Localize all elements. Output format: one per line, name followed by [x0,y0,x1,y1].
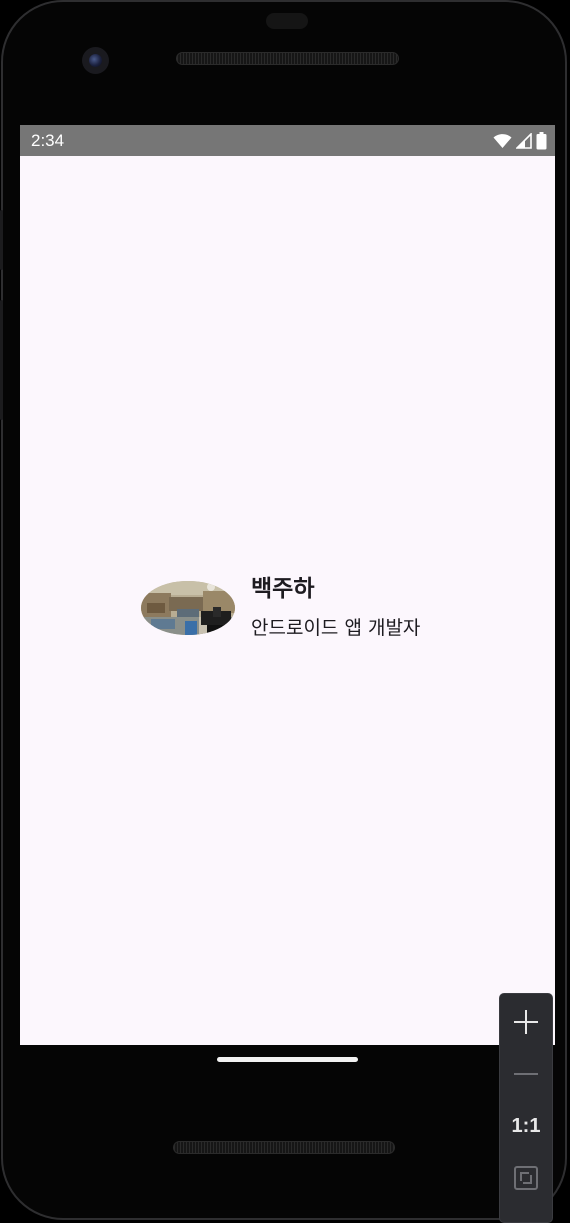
top-speaker-grille [176,52,399,65]
profile-photo [141,581,235,635]
zoom-reset-button[interactable]: 1:1 [500,1100,552,1152]
side-button [0,300,3,420]
gesture-navigation-handle[interactable] [217,1057,358,1062]
profile-name: 백주하 [251,576,315,602]
zoom-fit-button[interactable] [500,1152,552,1204]
camera-lens [89,54,102,67]
emulator-zoom-panel: 1:1 [499,993,553,1223]
side-button [0,210,3,270]
zoom-out-button[interactable] [500,1048,552,1100]
battery-icon [536,132,547,150]
profile-image [141,581,235,635]
status-icons [493,131,547,151]
zoom-in-button[interactable] [500,996,552,1048]
cell-signal-icon [516,133,532,149]
fit-screen-icon [514,1166,538,1190]
profile-text: 백주하 안드로이드 앱 개발자 [251,574,420,642]
profile-role: 안드로이드 앱 개발자 [251,617,421,639]
earpiece [266,13,308,29]
status-time: 2:34 [31,131,65,150]
profile-card: 백주하 안드로이드 앱 개발자 [141,574,420,642]
bottom-speaker-grille [173,1141,395,1154]
front-camera [82,47,109,74]
app-screen: 2:34 백주하 안드로이드 앱 개발자 [20,125,555,1045]
wifi-icon [493,134,512,148]
device-frame-container: 2:34 백주하 안드로이드 앱 개발자 1:1 [0,0,570,1223]
minus-icon [514,1073,538,1075]
status-bar: 2:34 [20,125,555,156]
plus-icon [514,1010,538,1034]
